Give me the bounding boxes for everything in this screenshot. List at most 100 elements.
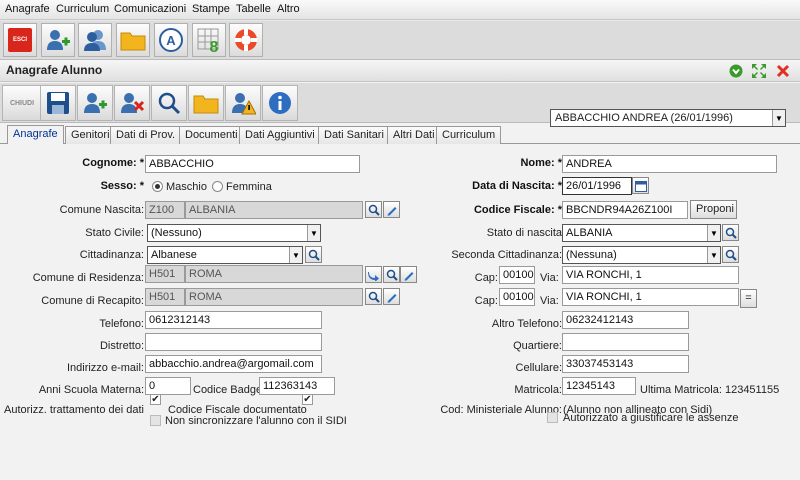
distretto-input[interactable] — [145, 333, 322, 351]
comune-nascita-code: Z100 — [145, 201, 185, 219]
argo-toolbar-button[interactable]: A — [154, 23, 188, 57]
comune-nascita-search-button[interactable] — [365, 201, 382, 218]
exit-icon: ESCI — [8, 28, 32, 52]
comune-recapito-name: ROMA — [185, 288, 363, 306]
calendar-icon — [634, 180, 647, 192]
menu-curriculum[interactable]: Curriculum — [56, 3, 109, 15]
matricola-label: Matricola: — [514, 384, 562, 396]
chevron-down-icon: ▼ — [707, 247, 720, 263]
comune-residenza-copy-button[interactable] — [365, 266, 382, 283]
cittadinanza-select[interactable]: Albanese ▼ — [147, 246, 303, 264]
close-window-button[interactable] — [776, 64, 790, 78]
cap-recapito-input[interactable]: 00100 — [499, 288, 535, 306]
telefono-input[interactable]: 0612312143 — [145, 311, 322, 329]
stato-civile-value: (Nessuno) — [151, 227, 202, 239]
help-toolbar-button[interactable] — [229, 23, 263, 57]
tab-curriculum[interactable]: Curriculum — [436, 126, 502, 144]
tab-dati-aggiuntivi[interactable]: Dati Aggiuntivi — [239, 126, 321, 144]
pencil-icon — [387, 206, 396, 215]
seconda-cittadinanza-value: (Nessuna) — [566, 249, 617, 261]
comune-recapito-search-button[interactable] — [365, 288, 382, 305]
add-user-icon — [47, 30, 70, 50]
delete-student-button[interactable] — [114, 85, 150, 121]
folder-toolbar-button[interactable] — [116, 23, 150, 57]
sesso-femmina-radio[interactable] — [212, 181, 223, 192]
cf-documentato-checkbox[interactable]: ✔ — [302, 394, 313, 405]
chiudi-button[interactable]: CHIUDI — [2, 85, 42, 121]
email-input[interactable]: abbacchio.andrea@argomail.com — [145, 355, 322, 373]
codice-fiscale-input[interactable]: BBCNDR94A26Z100I — [562, 201, 688, 219]
folder-icon — [120, 32, 146, 51]
autorizzato-giustificare-checkbox[interactable] — [547, 412, 558, 423]
sesso-maschio-radio[interactable] — [152, 181, 163, 192]
warning-user-button[interactable] — [225, 85, 261, 121]
menu-tabelle[interactable]: Tabelle — [236, 3, 271, 15]
search-button[interactable] — [151, 85, 187, 121]
comune-residenza-label: Comune di Residenza: — [32, 272, 144, 284]
tab-anagrafe[interactable]: Anagrafe — [7, 125, 64, 144]
users-toolbar-button[interactable] — [78, 23, 112, 57]
via-residenza-input[interactable]: VIA RONCHI, 1 — [562, 266, 739, 284]
copy-address-button[interactable]: = — [740, 289, 757, 308]
non-sincronizzare-checkbox[interactable] — [150, 415, 161, 426]
via-recapito-input[interactable]: VIA RONCHI, 1 — [562, 288, 739, 306]
exit-button[interactable]: ESCI — [3, 23, 37, 57]
save-button[interactable] — [40, 85, 76, 121]
stato-civile-select[interactable]: (Nessuno) ▼ — [147, 224, 321, 242]
via-recapito-label: Via: — [540, 295, 559, 307]
add-user-toolbar-button[interactable] — [41, 23, 75, 57]
pencil-icon — [404, 271, 413, 280]
comune-recapito-edit-button[interactable] — [383, 288, 400, 305]
maximize-button[interactable] — [752, 64, 766, 78]
tab-altri-dati[interactable]: Altri Dati — [387, 126, 441, 144]
proponi-button[interactable]: Proponi — [690, 200, 737, 219]
autorizz-label: Autorizz. trattamento dei dati — [3, 404, 144, 416]
quartiere-input[interactable] — [562, 333, 689, 351]
altro-telefono-input[interactable]: 06232412143 — [562, 311, 689, 329]
cittadinanza-value: Albanese — [151, 249, 197, 261]
grid-toolbar-button[interactable]: 8 — [192, 23, 226, 57]
seconda-cittadinanza-label: Seconda Cittadinanza: — [451, 249, 562, 261]
folder-button[interactable] — [188, 85, 224, 121]
stato-nascita-search-button[interactable] — [722, 224, 739, 241]
cellulare-input[interactable]: 33037453143 — [562, 355, 689, 373]
comune-recapito-label: Comune di Recapito: — [41, 295, 144, 307]
tab-genitori[interactable]: Genitori — [65, 126, 116, 144]
comune-residenza-edit-button[interactable] — [400, 266, 417, 283]
anni-materna-input[interactable]: 0 — [145, 377, 191, 395]
svg-text:8: 8 — [210, 39, 219, 53]
quartiere-label: Quartiere: — [513, 340, 562, 352]
info-button[interactable] — [262, 85, 298, 121]
matricola-input[interactable]: 12345143 — [562, 377, 636, 395]
cittadinanza-search-button[interactable] — [305, 246, 322, 263]
cap-residenza-input[interactable]: 00100 — [499, 266, 535, 284]
stato-nascita-select[interactable]: ALBANIA ▼ — [562, 224, 721, 242]
sesso-maschio-label: Maschio — [166, 181, 207, 193]
menu-stampe[interactable]: Stampe — [192, 3, 230, 15]
comune-residenza-search-button[interactable] — [383, 266, 400, 283]
seconda-cittadinanza-select[interactable]: (Nessuna) ▼ — [562, 246, 721, 264]
tab-dati-di-prov[interactable]: Dati di Prov. — [110, 126, 182, 144]
seconda-cittadinanza-search-button[interactable] — [722, 246, 739, 263]
cognome-input[interactable]: ABBACCHIO — [145, 155, 360, 173]
codice-badge-input[interactable]: 112363143 — [259, 377, 335, 395]
calendar-button[interactable] — [632, 177, 649, 194]
autorizz-checkbox[interactable]: ✔ — [150, 394, 161, 405]
search-icon — [386, 269, 398, 281]
add-student-button[interactable] — [77, 85, 113, 121]
comune-nascita-edit-button[interactable] — [383, 201, 400, 218]
tab-bar: Anagrafe Genitori Dati di Prov. Document… — [0, 124, 800, 144]
tab-documenti[interactable]: Documenti — [179, 126, 244, 144]
distretto-label: Distretto: — [99, 340, 144, 352]
nome-input[interactable]: ANDREA — [562, 155, 777, 173]
minimize-button[interactable] — [729, 64, 743, 78]
cognome-label: Cognome: * — [82, 157, 144, 169]
telefono-label: Telefono: — [99, 318, 144, 330]
menu-anagrafe[interactable]: Anagrafe — [5, 3, 50, 15]
search-icon — [308, 249, 320, 261]
menu-altro[interactable]: Altro — [277, 3, 300, 15]
email-label: Indirizzo e-mail: — [66, 362, 144, 374]
data-nascita-input[interactable]: 26/01/1996 — [562, 177, 632, 195]
menu-comunicazioni[interactable]: Comunicazioni — [114, 3, 186, 15]
tab-dati-sanitari[interactable]: Dati Sanitari — [318, 126, 390, 144]
